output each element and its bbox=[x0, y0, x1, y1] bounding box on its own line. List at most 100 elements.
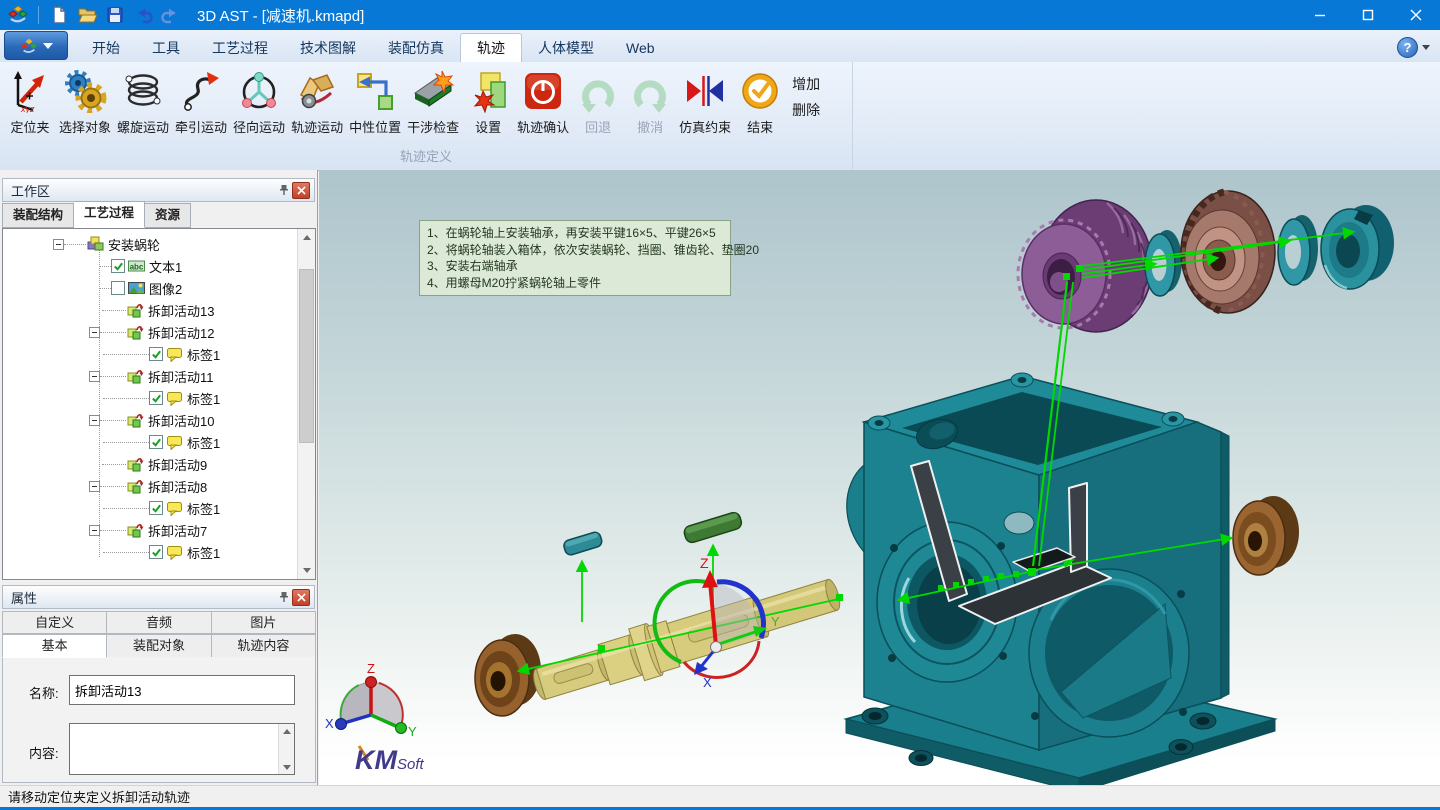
ribbon-button-track-confirm[interactable]: 轨迹确认 bbox=[514, 66, 572, 138]
tree-scrollbar[interactable] bbox=[297, 229, 315, 579]
tree-item[interactable]: 标签1 bbox=[3, 431, 298, 453]
close-button[interactable] bbox=[1392, 0, 1440, 30]
help-icon[interactable]: ? bbox=[1397, 37, 1418, 58]
pin-icon[interactable] bbox=[275, 589, 292, 605]
tree-checkbox-checked[interactable] bbox=[149, 347, 163, 361]
tree-expander-icon[interactable] bbox=[89, 327, 100, 338]
menu-tab-4[interactable]: 技术图解 bbox=[284, 34, 372, 62]
tree-checkbox-unchecked[interactable] bbox=[111, 281, 125, 295]
save-icon[interactable] bbox=[103, 3, 127, 27]
tree-item[interactable]: 标签1 bbox=[3, 387, 298, 409]
ribbon-button-track-motion[interactable]: 轨迹运动 bbox=[288, 66, 346, 138]
orientation-triad[interactable]: Z X Y bbox=[325, 661, 417, 739]
menu-tab-8[interactable]: Web bbox=[610, 34, 671, 62]
tree-item[interactable]: 图像2 bbox=[3, 277, 298, 299]
tree-expander-icon[interactable] bbox=[89, 525, 100, 536]
menu-tab-5[interactable]: 装配仿真 bbox=[372, 34, 460, 62]
workspace-tab-2[interactable]: 工艺过程 bbox=[74, 201, 145, 228]
slotted-nut[interactable] bbox=[1321, 205, 1394, 289]
spiral-motion-icon bbox=[120, 68, 166, 114]
bearing-left[interactable] bbox=[475, 634, 541, 716]
properties-tab-3[interactable]: 图片 bbox=[212, 611, 316, 634]
tree-item[interactable]: 拆卸活动13 bbox=[3, 299, 298, 321]
ribbon-button-radial-motion[interactable]: 径向运动 bbox=[230, 66, 288, 138]
tree-item[interactable]: 安装蜗轮 bbox=[3, 233, 298, 255]
open-folder-icon[interactable] bbox=[75, 3, 99, 27]
content-scrollbar[interactable] bbox=[278, 724, 294, 774]
name-input[interactable] bbox=[69, 675, 295, 705]
properties-tab-1[interactable]: 基本 bbox=[2, 634, 107, 658]
ribbon-button-traction-motion[interactable]: 牵引运动 bbox=[172, 66, 230, 138]
tree-checkbox-checked[interactable] bbox=[149, 435, 163, 449]
workspace-tab-3[interactable]: 资源 bbox=[145, 203, 191, 228]
key-large[interactable] bbox=[683, 511, 743, 544]
ribbon-button-neutral-position[interactable]: 中性位置 bbox=[346, 66, 404, 138]
menu-tabs: 开始工具工艺过程技术图解装配仿真轨迹人体模型Web bbox=[76, 30, 671, 62]
title-bar: 3D AST - [减速机.kmapd] bbox=[0, 0, 1440, 30]
application-menu-button[interactable] bbox=[4, 31, 68, 60]
close-icon[interactable] bbox=[292, 589, 310, 606]
tree-expander-icon[interactable] bbox=[53, 239, 64, 250]
ribbon-button-finish[interactable]: 结束 bbox=[734, 66, 786, 138]
properties-tab-1[interactable]: 自定义 bbox=[2, 611, 107, 634]
tree-expander-icon[interactable] bbox=[89, 371, 100, 382]
menu-tab-1[interactable]: 开始 bbox=[76, 34, 136, 62]
menu-tab-2[interactable]: 工具 bbox=[136, 34, 196, 62]
close-icon[interactable] bbox=[292, 182, 310, 199]
pin-icon[interactable] bbox=[275, 182, 292, 198]
tree-item[interactable]: 标签1 bbox=[3, 497, 298, 519]
tree-expander-icon[interactable] bbox=[89, 415, 100, 426]
menu-tab-3[interactable]: 工艺过程 bbox=[196, 34, 284, 62]
content-textarea[interactable] bbox=[69, 723, 295, 775]
ribbon-button-interference-check[interactable]: 干涉检查 bbox=[404, 66, 462, 138]
scroll-thumb[interactable] bbox=[299, 269, 314, 443]
tree-item[interactable]: abc文本1 bbox=[3, 255, 298, 277]
annotation-box[interactable]: 1、在蜗轮轴上安装轴承，再安装平键16×5、平键26×5 2、将蜗轮轴装入箱体，… bbox=[419, 220, 731, 296]
key-small[interactable] bbox=[562, 531, 603, 556]
ribbon-button-sim-constraint[interactable]: 仿真约束 bbox=[676, 66, 734, 138]
minimize-button[interactable] bbox=[1296, 0, 1344, 30]
tree-item[interactable]: 标签1 bbox=[3, 541, 298, 563]
worm-shaft[interactable] bbox=[527, 567, 845, 711]
ribbon-button-select-object[interactable]: 选择对象 bbox=[56, 66, 114, 138]
scroll-up-icon[interactable] bbox=[298, 229, 315, 246]
content-field-label: 内容: bbox=[29, 743, 59, 762]
tree-expander-icon[interactable] bbox=[89, 481, 100, 492]
scroll-down-icon[interactable] bbox=[298, 562, 315, 579]
tree-item[interactable]: 拆卸活动8 bbox=[3, 475, 298, 497]
tree-item[interactable]: 拆卸活动9 bbox=[3, 453, 298, 475]
tree-item[interactable]: 拆卸活动7 bbox=[3, 519, 298, 541]
tree-checkbox-checked[interactable] bbox=[149, 391, 163, 405]
add-button[interactable]: 增加 bbox=[792, 74, 820, 94]
properties-tab-2[interactable]: 音频 bbox=[107, 611, 211, 634]
tree-item[interactable]: 拆卸活动10 bbox=[3, 409, 298, 431]
tree-item[interactable]: 拆卸活动12 bbox=[3, 321, 298, 343]
properties-tab-2[interactable]: 装配对象 bbox=[107, 634, 211, 658]
bearing-right[interactable] bbox=[1233, 496, 1299, 575]
chevron-down-icon[interactable] bbox=[1422, 45, 1430, 50]
tree-connector bbox=[103, 442, 149, 443]
menu-tab-7[interactable]: 人体模型 bbox=[522, 34, 610, 62]
ribbon-button-spiral-motion[interactable]: 螺旋运动 bbox=[114, 66, 172, 138]
new-file-icon[interactable] bbox=[47, 3, 71, 27]
maximize-button[interactable] bbox=[1344, 0, 1392, 30]
ribbon-button-locator-clamp[interactable]: xyz定位夹 bbox=[4, 66, 56, 138]
tree-checkbox-checked[interactable] bbox=[111, 259, 125, 273]
scroll-down-icon[interactable] bbox=[279, 760, 294, 774]
tree-item[interactable]: 标签1 bbox=[3, 343, 298, 365]
undo-icon[interactable] bbox=[131, 3, 155, 27]
gear-washer[interactable] bbox=[1145, 230, 1182, 296]
tree-checkbox-checked[interactable] bbox=[149, 545, 163, 559]
ribbon-button-settings[interactable]: 设置 bbox=[462, 66, 514, 138]
viewport-3d[interactable]: Z Y X Z X bbox=[319, 170, 1440, 785]
tree-item[interactable]: 拆卸活动11 bbox=[3, 365, 298, 387]
menu-tab-6[interactable]: 轨迹 bbox=[460, 33, 522, 62]
redo-icon[interactable] bbox=[159, 3, 183, 27]
tree-checkbox-checked[interactable] bbox=[149, 501, 163, 515]
workspace-tab-1[interactable]: 装配结构 bbox=[2, 203, 74, 228]
gearbox-housing[interactable] bbox=[846, 373, 1275, 785]
retaining-ring[interactable] bbox=[1278, 215, 1318, 285]
properties-tab-3[interactable]: 轨迹内容 bbox=[212, 634, 316, 658]
scroll-up-icon[interactable] bbox=[279, 724, 294, 738]
delete-button[interactable]: 删除 bbox=[792, 100, 820, 120]
